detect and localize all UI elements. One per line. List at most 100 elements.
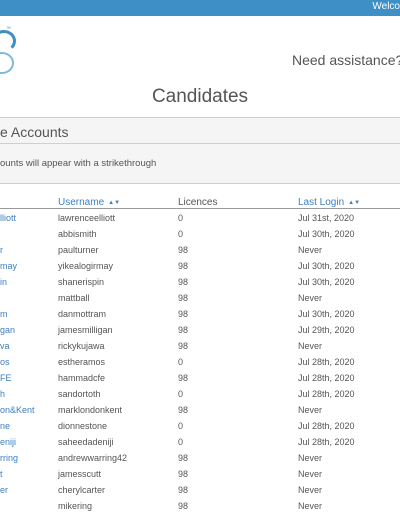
last-login-cell: Never	[298, 485, 323, 495]
candidate-name-link[interactable]: h	[0, 389, 5, 399]
candidate-name-link[interactable]: rring	[0, 453, 18, 463]
panel-title: e Accounts	[0, 124, 69, 140]
strikethrough-note: ounts will appear with a strikethrough	[0, 158, 157, 169]
table-row: on&Kent marklondonkent 98 Never	[0, 405, 400, 421]
last-login-cell: Never	[298, 245, 323, 255]
table-row: abbismith 0 Jul 30th, 2020	[0, 229, 400, 245]
username-cell: abbismith	[58, 229, 97, 239]
username-cell: andrewwarring42	[58, 453, 128, 463]
licences-cell: 98	[178, 325, 189, 335]
licences-cell: 0	[178, 357, 184, 367]
need-assistance-link[interactable]: Need assistance? D	[292, 52, 400, 68]
last-login-cell: Jul 28th, 2020	[298, 357, 355, 367]
candidate-name-link[interactable]: m	[0, 309, 8, 319]
last-login-cell: Never	[298, 293, 323, 303]
column-header-last-login[interactable]: Last Login ▲▼	[298, 197, 360, 208]
brand-logo-icon[interactable]: ™	[0, 26, 18, 74]
last-login-cell: Jul 31st, 2020	[298, 213, 355, 223]
table-row: rring andrewwarring42 98 Never	[0, 453, 400, 469]
candidate-name-link[interactable]: er	[0, 485, 8, 495]
licences-cell: 98	[178, 469, 189, 479]
table-row: mattball 98 Never	[0, 293, 400, 309]
username-cell: danmottram	[58, 309, 107, 319]
licences-cell: 98	[178, 245, 189, 255]
candidate-name-link[interactable]: lliott	[0, 213, 16, 223]
candidate-name-link[interactable]: on&Kent	[0, 405, 35, 415]
table-row: h sandortoth 0 Jul 28th, 2020	[0, 389, 400, 405]
last-login-cell: Never	[298, 341, 323, 351]
username-cell: paulturner	[58, 245, 99, 255]
table-row: gan jamesmilligan 98 Jul 29th, 2020	[0, 325, 400, 341]
table-row: va rickykujawa 98 Never	[0, 341, 400, 357]
licences-cell: 0	[178, 389, 184, 399]
username-cell: lawrenceelliott	[58, 213, 116, 223]
candidate-name-link[interactable]: t	[0, 469, 3, 479]
username-cell: marklondonkent	[58, 405, 123, 415]
licences-cell: 0	[178, 437, 184, 447]
last-login-cell: Jul 28th, 2020	[298, 389, 355, 399]
sort-arrows-icon: ▲▼	[108, 200, 121, 206]
table-row: r paulturner 98 Never	[0, 245, 400, 261]
welcome-text: Welco	[372, 1, 400, 12]
sort-arrows-icon: ▲▼	[348, 200, 361, 206]
table-row: os estheramos 0 Jul 28th, 2020	[0, 357, 400, 373]
column-header-username[interactable]: Username ▲▼	[58, 197, 120, 208]
divider	[0, 183, 400, 184]
candidate-name-link[interactable]: eniji	[0, 437, 16, 447]
table-row: may yikealogirmay 98 Jul 30th, 2020	[0, 261, 400, 277]
candidate-name-link[interactable]: FE	[0, 373, 12, 383]
username-cell: yikealogirmay	[58, 261, 114, 271]
table-row: ne dionnestone 0 Jul 28th, 2020	[0, 421, 400, 437]
licences-cell: 98	[178, 485, 189, 495]
username-cell: cherylcarter	[58, 485, 106, 495]
last-login-cell: Jul 28th, 2020	[298, 421, 355, 431]
page-title: Candidates	[151, 86, 249, 107]
candidate-name-link[interactable]: may	[0, 261, 17, 271]
column-header-licences: Licences	[178, 197, 218, 208]
table-row: in shanerispin 98 Jul 30th, 2020	[0, 277, 400, 293]
username-cell: mikering	[58, 501, 93, 511]
licences-cell: 98	[178, 261, 189, 271]
username-cell: hammadcfe	[58, 373, 106, 383]
candidate-name-link[interactable]: in	[0, 277, 7, 287]
licences-cell: 98	[178, 309, 189, 319]
last-login-cell: Jul 30th, 2020	[298, 277, 355, 287]
candidate-name-link[interactable]: gan	[0, 325, 15, 335]
candidate-name-link[interactable]: r	[0, 245, 3, 255]
table-row: m danmottram 98 Jul 30th, 2020	[0, 309, 400, 325]
licences-cell: 0	[178, 421, 184, 431]
licences-cell: 98	[178, 341, 189, 351]
licences-cell: 98	[178, 277, 189, 287]
table-row: mikering 98 Never	[0, 501, 400, 517]
top-bar: Welco	[0, 0, 400, 16]
divider	[0, 143, 400, 144]
table-row: er cherylcarter 98 Never	[0, 485, 400, 501]
username-cell: jamesscutt	[58, 469, 102, 479]
username-cell: rickykujawa	[58, 341, 105, 351]
header-divider	[0, 208, 400, 209]
last-login-cell: Jul 30th, 2020	[298, 309, 355, 319]
licences-cell: 98	[178, 453, 189, 463]
username-cell: saheedadeniji	[58, 437, 114, 447]
last-login-cell: Never	[298, 469, 323, 479]
username-cell: mattball	[58, 293, 90, 303]
last-login-cell: Never	[298, 405, 323, 415]
last-login-cell: Never	[298, 453, 323, 463]
username-cell: sandortoth	[58, 389, 101, 399]
licences-cell: 98	[178, 501, 189, 511]
licences-cell: 0	[178, 213, 184, 223]
table-row: FE hammadcfe 98 Jul 28th, 2020	[0, 373, 400, 389]
table-row: t jamesscutt 98 Never	[0, 469, 400, 485]
licences-cell: 98	[178, 293, 189, 303]
username-cell: jamesmilligan	[58, 325, 113, 335]
last-login-cell: Jul 30th, 2020	[298, 229, 355, 239]
last-login-cell: Jul 28th, 2020	[298, 373, 355, 383]
username-cell: estheramos	[58, 357, 106, 367]
username-cell: dionnestone	[58, 421, 108, 431]
candidate-name-link[interactable]: os	[0, 357, 10, 367]
username-cell: shanerispin	[58, 277, 105, 287]
licences-cell: 0	[178, 229, 184, 239]
candidate-name-link[interactable]: ne	[0, 421, 10, 431]
candidate-name-link[interactable]: va	[0, 341, 10, 351]
last-login-cell: Never	[298, 501, 323, 511]
